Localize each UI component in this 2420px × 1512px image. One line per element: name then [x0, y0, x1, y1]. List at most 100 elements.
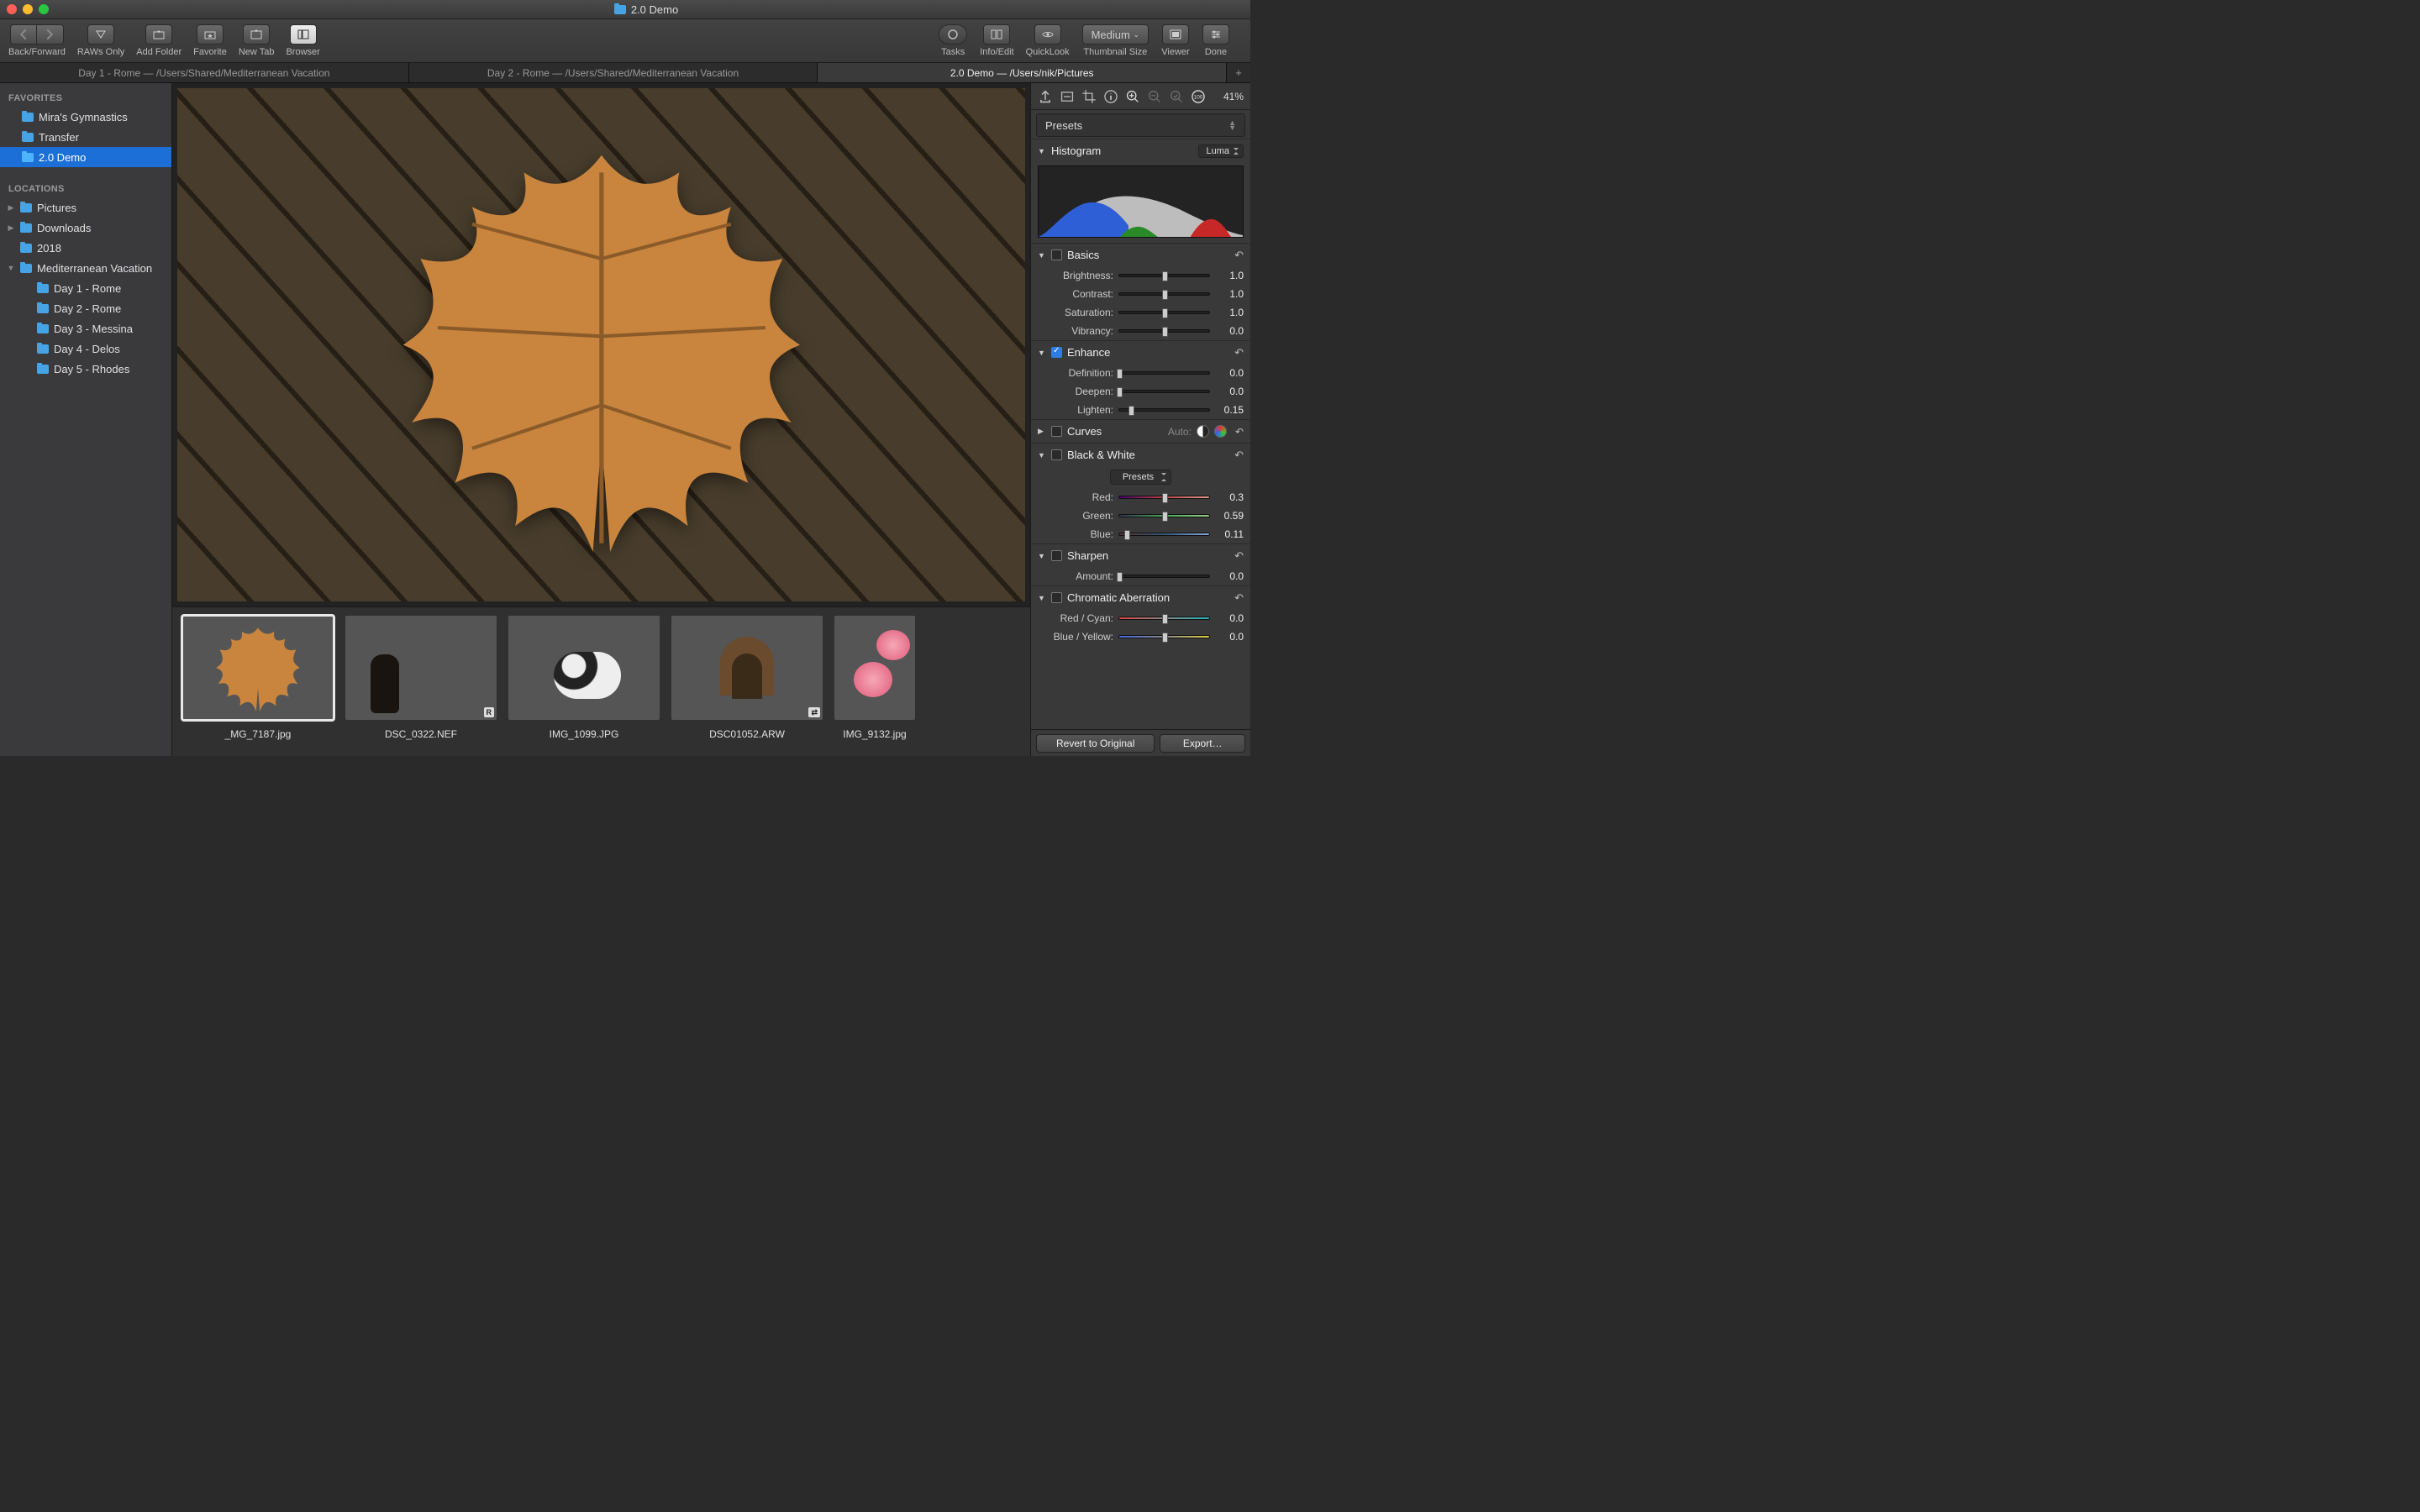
slider-thumb[interactable]: [1117, 572, 1123, 582]
undo-icon[interactable]: ↶: [1234, 549, 1244, 563]
slider-thumb[interactable]: [1162, 633, 1168, 643]
disclosure-icon[interactable]: ▼: [1038, 349, 1046, 357]
export-button[interactable]: Export…: [1160, 734, 1245, 753]
slider-thumb[interactable]: [1162, 290, 1168, 300]
slider-thumb[interactable]: [1162, 308, 1168, 318]
disclosure-icon[interactable]: ▼: [1038, 251, 1046, 260]
browser-button[interactable]: [290, 24, 317, 45]
sidebar-item[interactable]: Day 2 - Rome: [0, 298, 171, 318]
bw-checkbox[interactable]: [1051, 449, 1062, 460]
slider-thumb[interactable]: [1162, 271, 1168, 281]
auto-rgb-button[interactable]: [1214, 425, 1227, 438]
presets-dropdown[interactable]: Presets ▲▼: [1036, 113, 1245, 137]
sidebar-item[interactable]: Transfer: [0, 127, 171, 147]
thumbnail[interactable]: IMG_1099.JPG: [508, 616, 660, 753]
disclosure-icon[interactable]: ▼: [1038, 451, 1046, 459]
sidebar-item[interactable]: Mira's Gymnastics: [0, 107, 171, 127]
enhance-checkbox[interactable]: [1051, 347, 1062, 358]
share-icon[interactable]: [1038, 89, 1053, 104]
raws-only-button[interactable]: [87, 24, 114, 45]
slider[interactable]: [1118, 510, 1210, 522]
sidebar-item[interactable]: ▼Mediterranean Vacation: [0, 258, 171, 278]
thumbnail[interactable]: RDSC_0322.NEF: [345, 616, 497, 753]
disclosure-icon[interactable]: ▶: [7, 203, 15, 213]
slider[interactable]: [1118, 325, 1210, 337]
disclosure-icon[interactable]: ▼: [1038, 594, 1046, 602]
tab[interactable]: Day 2 - Rome — /Users/Shared/Mediterrane…: [409, 63, 818, 82]
tab[interactable]: Day 1 - Rome — /Users/Shared/Mediterrane…: [0, 63, 409, 82]
back-button[interactable]: [10, 24, 37, 45]
disclosure-icon[interactable]: ▼: [1038, 552, 1046, 560]
slider[interactable]: [1118, 270, 1210, 281]
sidebar-item[interactable]: Day 4 - Delos: [0, 339, 171, 359]
sidebar-item[interactable]: 2018: [0, 238, 171, 258]
done-button[interactable]: [1202, 24, 1229, 45]
slider[interactable]: [1118, 570, 1210, 582]
undo-icon[interactable]: ↶: [1235, 426, 1244, 438]
slider[interactable]: [1118, 491, 1210, 503]
zoom-window-button[interactable]: [39, 4, 49, 14]
zoom-100-icon[interactable]: 100: [1191, 89, 1206, 104]
slider-thumb[interactable]: [1162, 327, 1168, 337]
info-edit-button[interactable]: [983, 24, 1010, 45]
sharpen-checkbox[interactable]: [1051, 550, 1062, 561]
sidebar-item[interactable]: Day 5 - Rhodes: [0, 359, 171, 379]
slider[interactable]: [1118, 386, 1210, 397]
sidebar-item[interactable]: ▶Downloads: [0, 218, 171, 238]
zoom-in-icon[interactable]: [1125, 89, 1140, 104]
thumbnail-size-select[interactable]: Medium ⌄: [1082, 24, 1149, 45]
slider-thumb[interactable]: [1162, 512, 1168, 522]
slider-thumb[interactable]: [1128, 406, 1134, 416]
disclosure-icon[interactable]: ▶: [1038, 427, 1046, 436]
ca-checkbox[interactable]: [1051, 592, 1062, 603]
tab[interactable]: 2.0 Demo — /Users/nik/Pictures: [818, 63, 1227, 82]
slider-thumb[interactable]: [1117, 369, 1123, 379]
slider-thumb[interactable]: [1124, 530, 1130, 540]
sidebar-item[interactable]: Day 3 - Messina: [0, 318, 171, 339]
close-window-button[interactable]: [7, 4, 17, 14]
thumbnail[interactable]: ⇄DSC01052.ARW: [671, 616, 823, 753]
disclosure-icon[interactable]: ▶: [7, 223, 15, 233]
minimize-window-button[interactable]: [23, 4, 33, 14]
quicklook-button[interactable]: [1034, 24, 1061, 45]
thumbnail[interactable]: IMG_9132.jpg: [834, 616, 915, 753]
undo-icon[interactable]: ↶: [1234, 346, 1244, 360]
sidebar-item[interactable]: ▶Pictures: [0, 197, 171, 218]
slider[interactable]: [1118, 612, 1210, 624]
slider[interactable]: [1118, 631, 1210, 643]
sidebar-item[interactable]: 2.0 Demo: [0, 147, 171, 167]
bw-presets-select[interactable]: Presets: [1110, 470, 1171, 485]
viewer-button[interactable]: [1162, 24, 1189, 45]
slider[interactable]: [1118, 528, 1210, 540]
slider-thumb[interactable]: [1162, 493, 1168, 503]
sidebar-item[interactable]: Day 1 - Rome: [0, 278, 171, 298]
info-icon[interactable]: [1103, 89, 1118, 104]
auto-bw-button[interactable]: [1197, 425, 1209, 438]
thumbnail[interactable]: _MG_7187.jpg: [182, 616, 334, 753]
disclosure-icon[interactable]: ▼: [7, 264, 15, 272]
curves-checkbox[interactable]: [1051, 426, 1062, 437]
preview-area[interactable]: [172, 83, 1030, 606]
disclosure-icon[interactable]: ▼: [1038, 147, 1046, 155]
basics-checkbox[interactable]: [1051, 249, 1062, 260]
new-tab-plus[interactable]: +: [1227, 63, 1250, 82]
slider-thumb[interactable]: [1117, 387, 1123, 397]
forward-button[interactable]: [37, 24, 64, 45]
crop-icon[interactable]: [1081, 89, 1097, 104]
undo-icon[interactable]: ↶: [1234, 249, 1244, 262]
slider[interactable]: [1118, 288, 1210, 300]
histogram-mode-select[interactable]: Luma: [1198, 144, 1244, 158]
zoom-actual-icon[interactable]: [1169, 89, 1184, 104]
slider[interactable]: [1118, 404, 1210, 416]
slider-thumb[interactable]: [1162, 614, 1168, 624]
undo-icon[interactable]: ↶: [1234, 449, 1244, 462]
new-tab-button[interactable]: [243, 24, 270, 45]
undo-icon[interactable]: ↶: [1234, 591, 1244, 605]
slider[interactable]: [1118, 367, 1210, 379]
fit-icon[interactable]: [1060, 89, 1075, 104]
slider[interactable]: [1118, 307, 1210, 318]
zoom-out-icon[interactable]: [1147, 89, 1162, 104]
revert-button[interactable]: Revert to Original: [1036, 734, 1155, 753]
favorite-button[interactable]: [197, 24, 224, 45]
tasks-button[interactable]: [939, 24, 967, 45]
